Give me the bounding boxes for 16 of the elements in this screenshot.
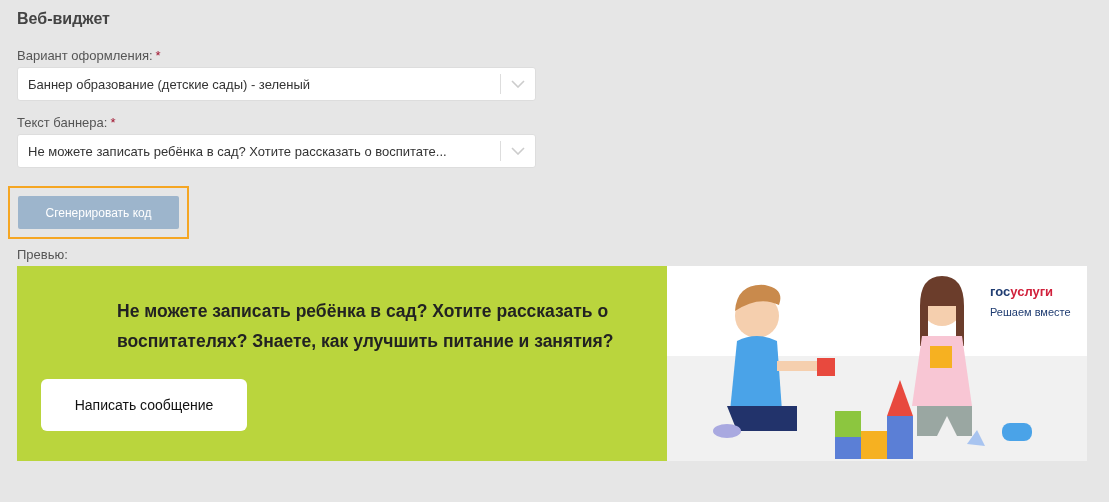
select-field[interactable]: Баннер образование (детские сады) - зеленый xyxy=(17,67,536,101)
required-asterisk: * xyxy=(155,48,161,63)
select-field[interactable]: Не можете записать ребёнка в сад? Хотите рассказать о воспитате... xyxy=(17,134,536,168)
required-asterisk: * xyxy=(110,115,116,130)
select-value: Не можете записать ребёнка в сад? Хотите рассказать о воспитате... xyxy=(27,143,448,159)
preview-label: Превью: xyxy=(17,247,69,262)
brand-logo: госуслуги xyxy=(990,284,1054,299)
brand-slogan: Решаем вместе xyxy=(990,306,1071,318)
select-value: Баннер образование (детские сады) - зеленый xyxy=(27,76,312,92)
field-label: Текст баннера: xyxy=(17,115,108,130)
chevron-down-icon xyxy=(511,147,525,155)
chevron-down-icon xyxy=(511,80,525,88)
field-label: Вариант оформления: xyxy=(17,48,153,63)
banner-headline: Не можете записать ребёнка в сад? Хотите рассказать о воспитателях? Знаете, как улучшить питание и занятия? xyxy=(117,300,615,353)
section-title: Веб-виджет xyxy=(17,10,111,28)
write-message-button[interactable]: Написать сообщение xyxy=(41,379,247,431)
